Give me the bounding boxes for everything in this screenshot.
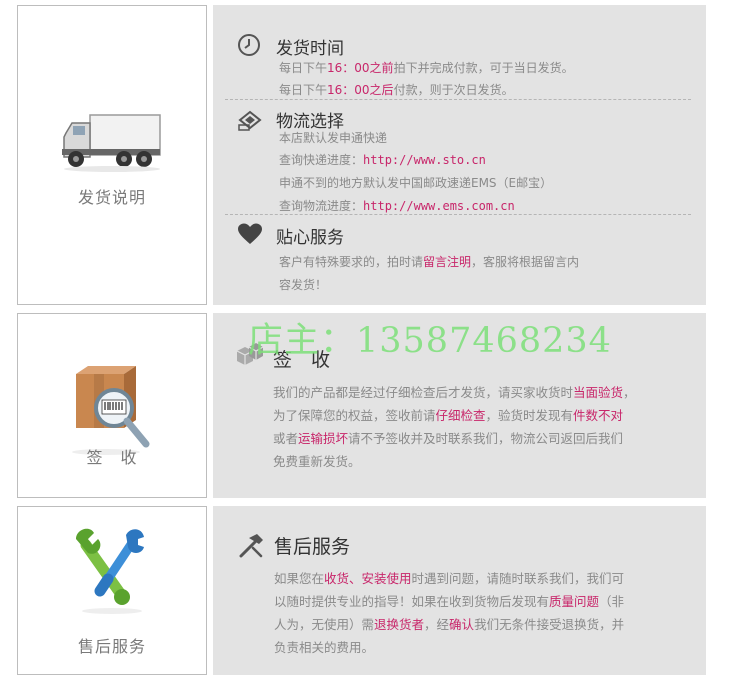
divider xyxy=(225,214,691,215)
heart-icon xyxy=(238,223,262,244)
service-title: 贴心服务 xyxy=(276,228,344,248)
tools-icon xyxy=(76,528,144,614)
truck-icon xyxy=(62,114,161,172)
shipping-content: 发货时间 每日下午16：00之前拍下并完成付款，可于当日发货。 每日下午16：0… xyxy=(213,5,706,305)
logistics-line1: 本店默认发申通快递 xyxy=(279,131,388,145)
shipping-left-label: 发货说明 xyxy=(77,188,146,207)
package-tag-icon xyxy=(238,110,262,131)
clock-icon xyxy=(238,34,260,56)
shipping-time-line1: 每日下午16：00之前拍下并完成付款，可于当日发货。 xyxy=(279,61,574,75)
shipping-panel: 发货说明 发货时间 每日下午16：00之前拍下并完成付款，可于当日发货。 每日下… xyxy=(17,5,706,305)
shopkeeper-phone-watermark: 店主：13587468234 xyxy=(248,321,612,361)
sign-left-label: 签 收 xyxy=(86,448,138,467)
package-scan-icon xyxy=(72,366,150,455)
sign-left-box: 签 收 xyxy=(17,313,207,498)
aftersale-line1: 如果您在收货、安装使用时遇到问题，请随时联系我们，我们可 xyxy=(274,571,625,586)
service-line1: 客户有特殊要求的，拍时请留言注明，客服将根据留言内 xyxy=(279,255,580,269)
shipping-left-box: 发货说明 xyxy=(17,5,207,305)
aftersale-line4: 负责相关的费用。 xyxy=(274,640,375,655)
sign-line4: 免费重新发货。 xyxy=(273,454,361,469)
shipping-time-line2: 每日下午16：00之后付款，则于次日发货。 xyxy=(279,83,514,97)
sign-line2: 为了保障您的权益，签收前请仔细检查，验货时发现有件数不对 xyxy=(273,408,624,423)
aftersale-line2: 以随时提供专业的指导！如果在收到货物后发现有质量问题（非 xyxy=(274,594,625,609)
sign-line1: 我们的产品都是经过仔细检查后才发货，请买家收货时当面验货， xyxy=(273,385,636,400)
aftersale-left-box: 售后服务 xyxy=(17,506,207,675)
aftersale-line3: 人为，无使用）需退换货者，经确认我们无条件接受退换货，并 xyxy=(274,617,625,632)
aftersale-title: 售后服务 xyxy=(274,536,351,558)
divider xyxy=(225,99,691,100)
aftersale-content: 售后服务 如果您在收货、安装使用时遇到问题，请随时联系我们，我们可 以随时提供专… xyxy=(213,506,706,675)
shipping-time-title: 发货时间 xyxy=(276,39,344,59)
sign-line3: 或者运输损坏请不予签收并及时联系我们，物流公司返回后我们 xyxy=(273,431,624,446)
service-line2: 容发货！ xyxy=(279,278,328,292)
hammer-icon xyxy=(239,534,263,558)
logistics-line2: 查询快递进度：http://www.sto.cn xyxy=(279,153,486,167)
sto-link[interactable]: http://www.sto.cn xyxy=(363,153,486,167)
ems-link[interactable]: http://www.ems.com.cn xyxy=(363,199,515,213)
logistics-line3: 申通不到的地方默认发中国邮政速递EMS（E邮宝） xyxy=(279,176,553,190)
aftersale-panel: 售后服务 售后服务 如果您在收货、安装使用时遇到问题，请随时联系我们，我们可 以… xyxy=(17,506,706,675)
aftersale-left-label: 售后服务 xyxy=(77,637,146,656)
logistics-line4: 查询物流进度：http://www.ems.com.cn xyxy=(279,199,515,213)
